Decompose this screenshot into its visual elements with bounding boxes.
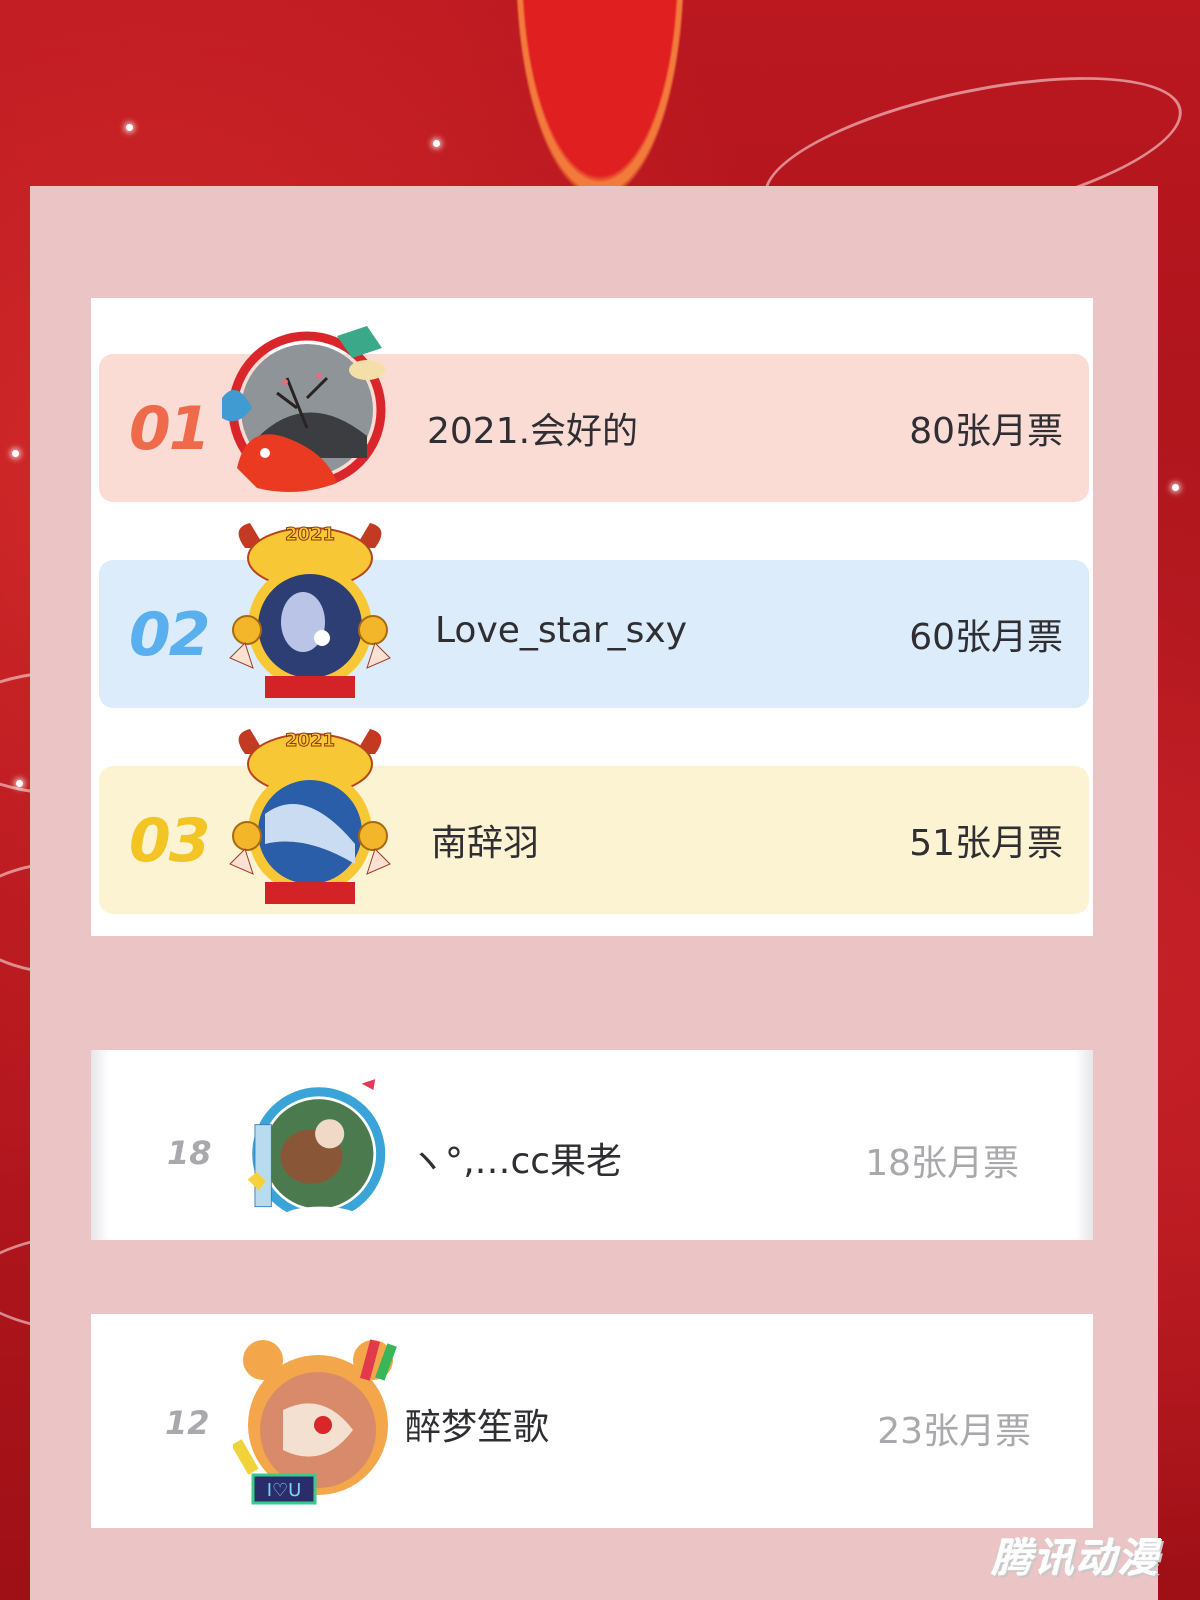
ranking-panel: 01 2021.会好的 80张月票 02 2021 Love_star_sxy … xyxy=(30,186,1158,1600)
username: 南辞羽 xyxy=(431,823,540,864)
username: ヽ°‚…cc果老 xyxy=(409,1141,623,1182)
user-avatar-mouse-frame[interactable]: I♡U xyxy=(233,1330,403,1510)
rank-number: 12 xyxy=(165,1404,210,1442)
rank-row-1[interactable]: 01 2021.会好的 80张月票 xyxy=(99,326,1089,502)
frame-badge-text: I♡U xyxy=(267,1480,302,1501)
rank-row-3[interactable]: 03 2021 南辞羽 51张月票 xyxy=(99,729,1089,914)
sparkle-dot xyxy=(433,140,440,147)
rank-number: 18 xyxy=(167,1134,212,1172)
username: Love_star_sxy xyxy=(435,610,687,651)
ticket-count: 18张月票 xyxy=(865,1143,1019,1184)
user-avatar-ox-frame[interactable]: 2021 xyxy=(225,724,395,904)
ticket-count: 80张月票 xyxy=(909,411,1063,452)
top-three-card: 01 2021.会好的 80张月票 02 2021 Love_star_sxy … xyxy=(91,298,1093,936)
sparkle-dot xyxy=(12,450,19,457)
rank-card-18[interactable]: 18 ヽ°‚…cc果老 18张月票 xyxy=(91,1050,1093,1240)
ticket-count: 60张月票 xyxy=(909,617,1063,658)
rank-number: 02 xyxy=(129,600,210,670)
sparkle-dot xyxy=(1172,484,1179,491)
rank-number: 03 xyxy=(129,806,210,876)
rank-number: 01 xyxy=(129,394,210,464)
avatar-badge-year: 2021 xyxy=(285,730,335,751)
avatar-badge-year: 2021 xyxy=(285,524,335,545)
watermark-logo: 腾讯动漫 xyxy=(992,1536,1160,1582)
user-avatar-cupid-frame[interactable] xyxy=(231,1070,401,1234)
ticket-count: 51张月票 xyxy=(909,823,1063,864)
ticket-count: 23张月票 xyxy=(877,1411,1031,1452)
rank-card-12[interactable]: 12 I♡U 醉梦笙歌 23张月票 xyxy=(91,1314,1093,1528)
username: 醉梦笙歌 xyxy=(405,1407,550,1448)
user-avatar-ox-frame[interactable]: 2021 xyxy=(225,518,395,698)
sparkle-dot xyxy=(126,124,133,131)
username: 2021.会好的 xyxy=(427,411,639,452)
sparkle-dot xyxy=(16,780,23,787)
rank-row-2[interactable]: 02 2021 Love_star_sxy 60张月票 xyxy=(99,523,1089,708)
user-avatar-koi-frame[interactable] xyxy=(217,318,387,498)
